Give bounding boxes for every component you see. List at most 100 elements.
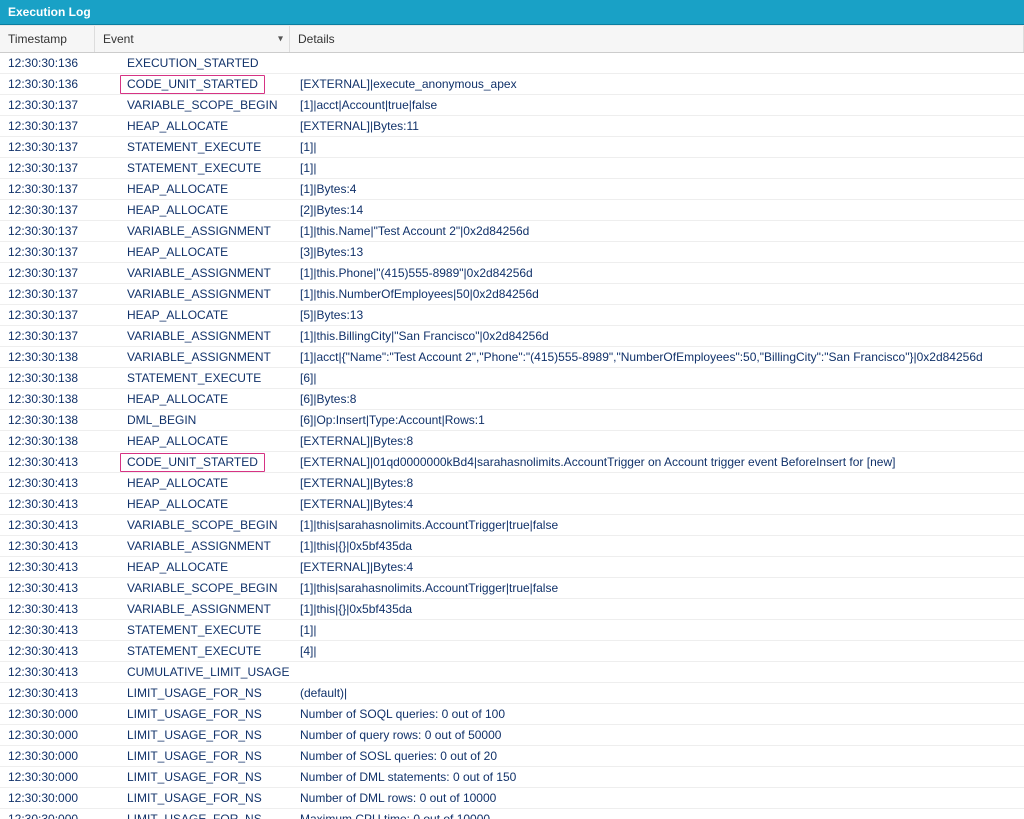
cell-event: LIMIT_USAGE_FOR_NS [95,686,290,700]
log-row[interactable]: 12:30:30:413STATEMENT_EXECUTE[1]| [0,620,1024,641]
cell-event: CUMULATIVE_LIMIT_USAGE [95,665,290,679]
cell-event: HEAP_ALLOCATE [95,119,290,133]
cell-event: STATEMENT_EXECUTE [95,140,290,154]
panel-title: Execution Log [0,0,1024,25]
cell-event: LIMIT_USAGE_FOR_NS [95,770,290,784]
log-row[interactable]: 12:30:30:138DML_BEGIN[6]|Op:Insert|Type:… [0,410,1024,431]
cell-event: HEAP_ALLOCATE [95,560,290,574]
cell-timestamp: 12:30:30:137 [0,266,95,280]
cell-details: Number of SOSL queries: 0 out of 20 [290,749,1024,763]
log-row[interactable]: 12:30:30:137HEAP_ALLOCATE[EXTERNAL]|Byte… [0,116,1024,137]
log-row[interactable]: 12:30:30:137VARIABLE_ASSIGNMENT[1]|this.… [0,263,1024,284]
cell-timestamp: 12:30:30:136 [0,77,95,91]
log-row[interactable]: 12:30:30:138HEAP_ALLOCATE[6]|Bytes:8 [0,389,1024,410]
log-row[interactable]: 12:30:30:137STATEMENT_EXECUTE[1]| [0,137,1024,158]
cell-timestamp: 12:30:30:137 [0,119,95,133]
log-row[interactable]: 12:30:30:137HEAP_ALLOCATE[5]|Bytes:13 [0,305,1024,326]
column-header-details[interactable]: Details [290,26,1024,52]
cell-details: [1]| [290,623,1024,637]
log-row[interactable]: 12:30:30:137STATEMENT_EXECUTE[1]| [0,158,1024,179]
cell-event: DML_BEGIN [95,413,290,427]
cell-timestamp: 12:30:30:413 [0,665,95,679]
log-row[interactable]: 12:30:30:138HEAP_ALLOCATE[EXTERNAL]|Byte… [0,431,1024,452]
cell-details: [6]|Bytes:8 [290,392,1024,406]
cell-timestamp: 12:30:30:137 [0,98,95,112]
cell-timestamp: 12:30:30:137 [0,203,95,217]
log-row[interactable]: 12:30:30:137VARIABLE_ASSIGNMENT[1]|this.… [0,221,1024,242]
cell-details: Number of DML statements: 0 out of 150 [290,770,1024,784]
log-row[interactable]: 12:30:30:138STATEMENT_EXECUTE[6]| [0,368,1024,389]
grid-body[interactable]: 12:30:30:136EXECUTION_STARTED12:30:30:13… [0,53,1024,819]
cell-details: (default)| [290,686,1024,700]
cell-timestamp: 12:30:30:137 [0,224,95,238]
log-row[interactable]: 12:30:30:413VARIABLE_SCOPE_BEGIN[1]|this… [0,578,1024,599]
log-row[interactable]: 12:30:30:137VARIABLE_ASSIGNMENT[1]|this.… [0,284,1024,305]
cell-event: VARIABLE_ASSIGNMENT [95,350,290,364]
cell-details: [EXTERNAL]|Bytes:4 [290,560,1024,574]
log-row[interactable]: 12:30:30:413HEAP_ALLOCATE[EXTERNAL]|Byte… [0,557,1024,578]
log-row[interactable]: 12:30:30:413VARIABLE_ASSIGNMENT[1]|this|… [0,599,1024,620]
cell-event: STATEMENT_EXECUTE [95,161,290,175]
cell-timestamp: 12:30:30:137 [0,329,95,343]
grid-header: Timestamp Event ▾ Details [0,25,1024,53]
cell-event: STATEMENT_EXECUTE [95,371,290,385]
log-row[interactable]: 12:30:30:136EXECUTION_STARTED [0,53,1024,74]
log-row[interactable]: 12:30:30:413VARIABLE_ASSIGNMENT[1]|this|… [0,536,1024,557]
log-row[interactable]: 12:30:30:000LIMIT_USAGE_FOR_NSNumber of … [0,767,1024,788]
log-row[interactable]: 12:30:30:138VARIABLE_ASSIGNMENT[1]|acct|… [0,347,1024,368]
log-row[interactable]: 12:30:30:000LIMIT_USAGE_FOR_NSNumber of … [0,704,1024,725]
log-row[interactable]: 12:30:30:413VARIABLE_SCOPE_BEGIN[1]|this… [0,515,1024,536]
cell-timestamp: 12:30:30:413 [0,497,95,511]
log-row[interactable]: 12:30:30:137HEAP_ALLOCATE[3]|Bytes:13 [0,242,1024,263]
cell-details: [1]|this|sarahasnolimits.AccountTrigger|… [290,581,1024,595]
cell-timestamp: 12:30:30:137 [0,245,95,259]
cell-details: [1]|acct|{"Name":"Test Account 2","Phone… [290,350,1024,364]
log-row[interactable]: 12:30:30:137VARIABLE_ASSIGNMENT[1]|this.… [0,326,1024,347]
log-row[interactable]: 12:30:30:136CODE_UNIT_STARTED[EXTERNAL]|… [0,74,1024,95]
cell-event: VARIABLE_SCOPE_BEGIN [95,98,290,112]
cell-event: EXECUTION_STARTED [95,56,290,70]
log-row[interactable]: 12:30:30:137HEAP_ALLOCATE[1]|Bytes:4 [0,179,1024,200]
column-header-event[interactable]: Event ▾ [95,26,290,52]
log-row[interactable]: 12:30:30:137VARIABLE_SCOPE_BEGIN[1]|acct… [0,95,1024,116]
cell-details: [6]| [290,371,1024,385]
cell-details: [1]|this|{}|0x5bf435da [290,602,1024,616]
cell-timestamp: 12:30:30:413 [0,455,95,469]
log-row[interactable]: 12:30:30:413LIMIT_USAGE_FOR_NS(default)| [0,683,1024,704]
cell-timestamp: 12:30:30:000 [0,770,95,784]
log-row[interactable]: 12:30:30:413HEAP_ALLOCATE[EXTERNAL]|Byte… [0,473,1024,494]
cell-details: [EXTERNAL]|Bytes:8 [290,476,1024,490]
dropdown-arrow-icon[interactable]: ▾ [278,34,283,45]
log-row[interactable]: 12:30:30:137HEAP_ALLOCATE[2]|Bytes:14 [0,200,1024,221]
cell-event: HEAP_ALLOCATE [95,392,290,406]
cell-timestamp: 12:30:30:413 [0,539,95,553]
cell-details: [1]|this|sarahasnolimits.AccountTrigger|… [290,518,1024,532]
cell-event: VARIABLE_ASSIGNMENT [95,602,290,616]
column-header-timestamp[interactable]: Timestamp [0,26,95,52]
cell-details: [3]|Bytes:13 [290,245,1024,259]
cell-timestamp: 12:30:30:413 [0,518,95,532]
cell-event: VARIABLE_ASSIGNMENT [95,287,290,301]
log-row[interactable]: 12:30:30:413STATEMENT_EXECUTE[4]| [0,641,1024,662]
cell-event: LIMIT_USAGE_FOR_NS [95,812,290,819]
cell-details: [EXTERNAL]|Bytes:8 [290,434,1024,448]
cell-event: VARIABLE_SCOPE_BEGIN [95,581,290,595]
cell-details: [1]|this.Name|"Test Account 2"|0x2d84256… [290,224,1024,238]
log-row[interactable]: 12:30:30:000LIMIT_USAGE_FOR_NSMaximum CP… [0,809,1024,819]
cell-timestamp: 12:30:30:000 [0,791,95,805]
cell-details: [1]| [290,140,1024,154]
cell-timestamp: 12:30:30:000 [0,812,95,819]
cell-event: VARIABLE_SCOPE_BEGIN [95,518,290,532]
log-row[interactable]: 12:30:30:413HEAP_ALLOCATE[EXTERNAL]|Byte… [0,494,1024,515]
log-row[interactable]: 12:30:30:413CUMULATIVE_LIMIT_USAGE [0,662,1024,683]
cell-timestamp: 12:30:30:137 [0,287,95,301]
log-row[interactable]: 12:30:30:413CODE_UNIT_STARTED[EXTERNAL]|… [0,452,1024,473]
cell-timestamp: 12:30:30:138 [0,413,95,427]
cell-details: [4]| [290,644,1024,658]
log-row[interactable]: 12:30:30:000LIMIT_USAGE_FOR_NSNumber of … [0,725,1024,746]
cell-timestamp: 12:30:30:413 [0,602,95,616]
column-header-event-label: Event [103,32,134,46]
log-row[interactable]: 12:30:30:000LIMIT_USAGE_FOR_NSNumber of … [0,746,1024,767]
log-row[interactable]: 12:30:30:000LIMIT_USAGE_FOR_NSNumber of … [0,788,1024,809]
cell-event: HEAP_ALLOCATE [95,182,290,196]
